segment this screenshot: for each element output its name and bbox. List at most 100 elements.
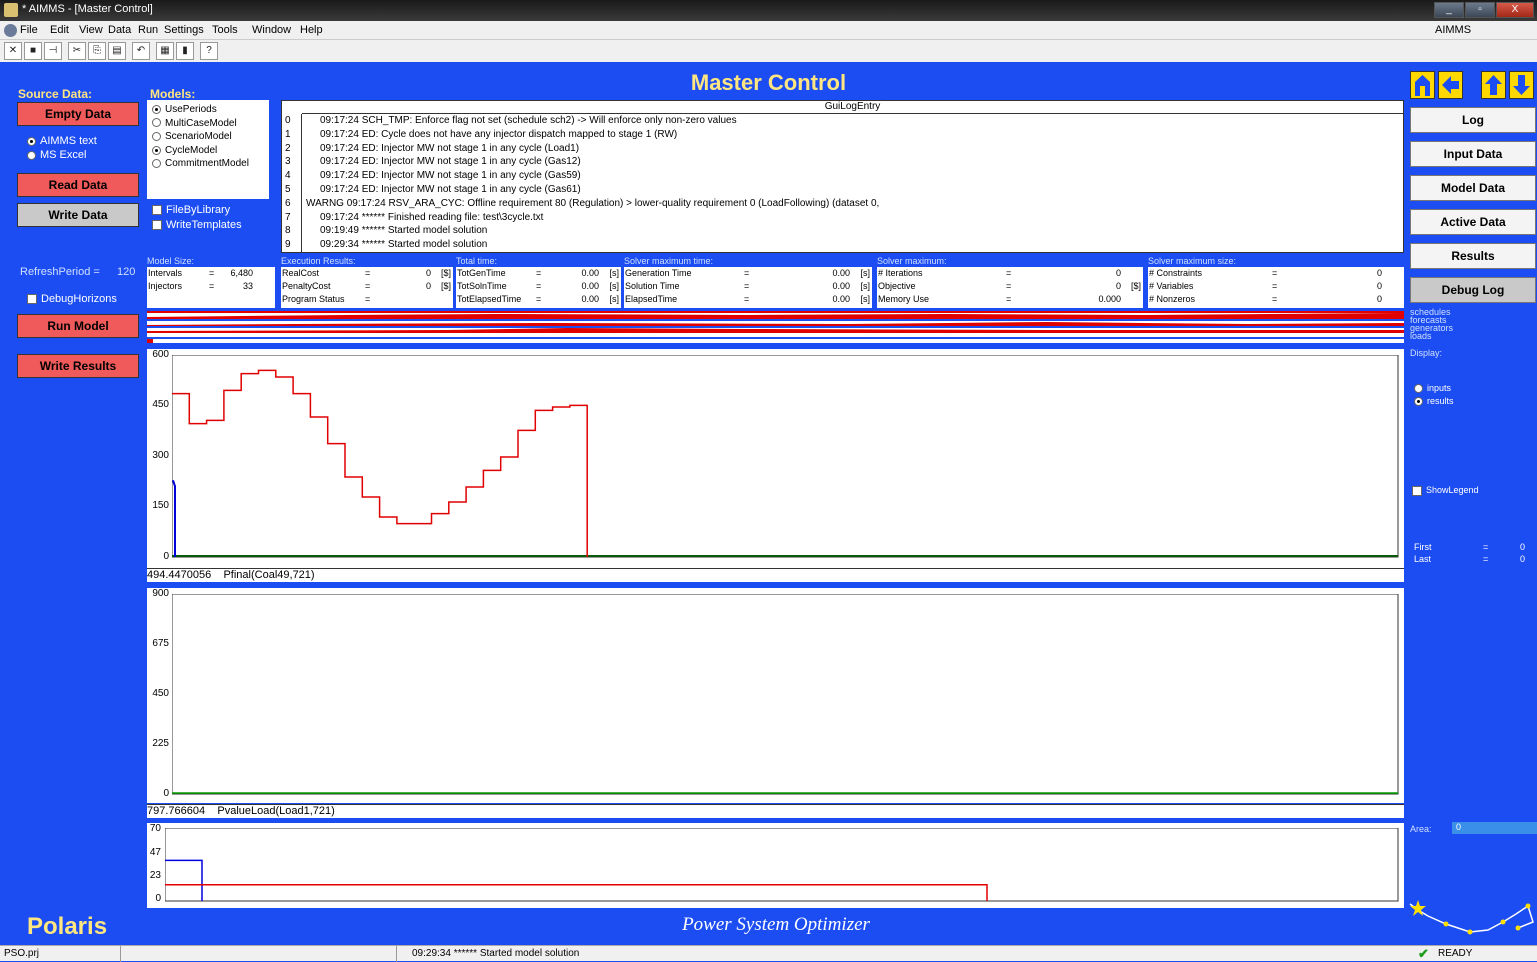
read-data-button[interactable]: Read Data	[17, 173, 139, 197]
paste-icon[interactable]: ▤	[108, 42, 126, 60]
aimms-text-option[interactable]: AIMMS text	[27, 135, 97, 147]
timeline-bands[interactable]	[147, 311, 1404, 343]
model-option-useperiods[interactable]: UsePeriods	[152, 103, 269, 117]
stats-solver-time-table: Generation Time = 0.00 [s] Solution Time = 0.0…	[624, 267, 872, 308]
first-value: 0	[1520, 542, 1526, 552]
write-templates-label: WriteTemplates	[166, 219, 242, 231]
menu-settings[interactable]: Settings	[164, 24, 204, 36]
empty-data-button[interactable]: Empty Data	[17, 102, 139, 126]
log-row[interactable]: 8 09:19:49 ****** Started model solution	[282, 224, 1403, 239]
aimms-icon	[4, 24, 17, 37]
copy-icon[interactable]: ⎘	[88, 42, 106, 60]
menu-edit[interactable]: Edit	[50, 24, 69, 36]
stats-unit: [$]	[1130, 281, 1141, 291]
menu-aimms[interactable]: AIMMS	[1435, 24, 1471, 36]
model-option-scenario[interactable]: ScenarioModel	[152, 130, 269, 144]
log-row[interactable]: 3 09:17:24 ED: Injector MW not stage 1 in…	[282, 155, 1403, 170]
minimize-button[interactable]: _	[1434, 2, 1464, 18]
close-button[interactable]: X	[1496, 2, 1534, 18]
stats-value: 0	[1376, 294, 1382, 304]
window-icon[interactable]: ■	[24, 42, 42, 60]
debug-horizons-box[interactable]	[27, 294, 37, 305]
menu-window[interactable]: Window	[252, 24, 291, 36]
run-model-button[interactable]: Run Model	[17, 314, 139, 338]
write-templates-box[interactable]	[152, 220, 162, 231]
stats-key: Intervals	[148, 268, 183, 278]
show-legend-checkbox[interactable]: ShowLegend	[1412, 485, 1479, 496]
cycle-radio[interactable]	[152, 145, 161, 155]
undo-icon[interactable]: ↶	[132, 42, 150, 60]
restore-button[interactable]: ▫	[1465, 2, 1495, 18]
debug-log-button[interactable]: Debug Log	[1410, 277, 1536, 303]
chart-small: 70 47 23 0	[147, 823, 1404, 908]
log-row[interactable]: 0 09:17:24 SCH_TMP: Enforce flag not set …	[282, 114, 1403, 128]
stats-value: 0.00	[581, 281, 599, 291]
book-icon[interactable]: ▮	[176, 42, 194, 60]
model-data-button[interactable]: Model Data	[1410, 175, 1536, 201]
scissors-icon[interactable]: ✂	[68, 42, 86, 60]
ms-excel-radio[interactable]	[27, 150, 36, 160]
aimms-text-radio[interactable]	[27, 136, 36, 146]
file-by-library-box[interactable]	[152, 205, 162, 216]
display-inputs-option[interactable]: inputs	[1414, 383, 1451, 394]
log-row[interactable]: 6 WARNG 09:17:24 RSV_ARA_CYC: Offline req…	[282, 196, 1403, 211]
write-templates-checkbox[interactable]: WriteTemplates	[152, 219, 242, 231]
model-option-commitment[interactable]: CommitmentModel	[152, 157, 269, 171]
c3-ytick-23: 23	[149, 870, 161, 881]
log-row[interactable]: 5 09:17:24 ED: Injector MW not stage 1 in…	[282, 182, 1403, 197]
log-row[interactable]: 7 09:17:24 ****** Finished reading file: …	[282, 210, 1403, 225]
model-option-cycle[interactable]: CycleModel	[152, 144, 269, 158]
multicase-radio[interactable]	[152, 118, 161, 128]
menu-data[interactable]: Data	[108, 24, 131, 36]
stats-value: 0	[425, 268, 431, 278]
log-row[interactable]: 9 09:29:34 ****** Started model solution	[282, 238, 1403, 252]
menu-run[interactable]: Run	[138, 24, 158, 36]
stats-unit: [s]	[860, 281, 870, 291]
results-button[interactable]: Results	[1410, 243, 1536, 269]
debug-horizons-checkbox[interactable]: DebugHorizons	[27, 293, 117, 305]
menu-file[interactable]: File	[20, 24, 38, 36]
grid-icon[interactable]: ▦	[156, 42, 174, 60]
scenario-radio[interactable]	[152, 132, 161, 142]
stats-eq: =	[1272, 294, 1278, 304]
ms-excel-option[interactable]: MS Excel	[27, 149, 86, 161]
arrow-up-icon[interactable]	[1481, 71, 1506, 99]
input-data-button[interactable]: Input Data	[1410, 141, 1536, 167]
chart2-caption: 797.766604 PvalueLoad(Load1,721)	[147, 804, 1404, 818]
aimms-text-label: AIMMS text	[40, 135, 97, 147]
log-table[interactable]: GuiLogEntry 0 09:17:24 SCH_TMP: Enforce f…	[281, 100, 1404, 253]
stats-unit: [$]	[440, 281, 451, 291]
results-radio[interactable]	[1414, 397, 1423, 407]
area-field[interactable]: 0	[1452, 822, 1537, 834]
menu-tools[interactable]: Tools	[212, 24, 238, 36]
log-button[interactable]: Log	[1410, 107, 1536, 133]
log-row[interactable]: 2 09:17:24 ED: Injector MW not stage 1 in…	[282, 141, 1403, 156]
write-results-button[interactable]: Write Results	[17, 354, 139, 378]
menu-help[interactable]: Help	[300, 24, 323, 36]
stats-value: 6,480	[230, 268, 253, 278]
stats-row: Injectors = 33	[147, 280, 275, 293]
stats-value: 33	[242, 281, 253, 291]
log-row-text: WARNG 09:17:24 RSV_ARA_CYC: Offline requ…	[306, 197, 880, 209]
model-option-multicase[interactable]: MultiCaseModel	[152, 117, 269, 131]
write-data-button[interactable]: Write Data	[17, 203, 139, 227]
chart2-caption-name: PvalueLoad(Load1,721)	[217, 805, 335, 817]
stats-key: TotSolnTime	[457, 281, 507, 291]
file-by-library-checkbox[interactable]: FileByLibrary	[152, 204, 230, 216]
home-icon[interactable]	[1410, 71, 1435, 99]
display-results-option[interactable]: results	[1414, 396, 1454, 407]
tree-icon[interactable]: ⊣	[44, 42, 62, 60]
chart1-caption-name: Pfinal(Coal49,721)	[223, 569, 315, 581]
menu-view[interactable]: View	[79, 24, 103, 36]
show-legend-box[interactable]	[1412, 485, 1422, 496]
log-row[interactable]: 1 09:17:24 ED: Cycle does not have any in…	[282, 127, 1403, 142]
arrow-left-icon[interactable]	[1438, 71, 1463, 99]
cut-tool-icon[interactable]: ✕	[4, 42, 22, 60]
log-row[interactable]: 4 09:17:24 ED: Injector MW not stage 1 in…	[282, 169, 1403, 183]
commitment-radio[interactable]	[152, 159, 161, 169]
help-pointer-icon[interactable]: ?	[200, 42, 218, 60]
arrow-down-icon[interactable]	[1509, 71, 1534, 99]
inputs-radio[interactable]	[1414, 384, 1423, 394]
useperiods-radio[interactable]	[152, 104, 161, 114]
active-data-button[interactable]: Active Data	[1410, 209, 1536, 235]
